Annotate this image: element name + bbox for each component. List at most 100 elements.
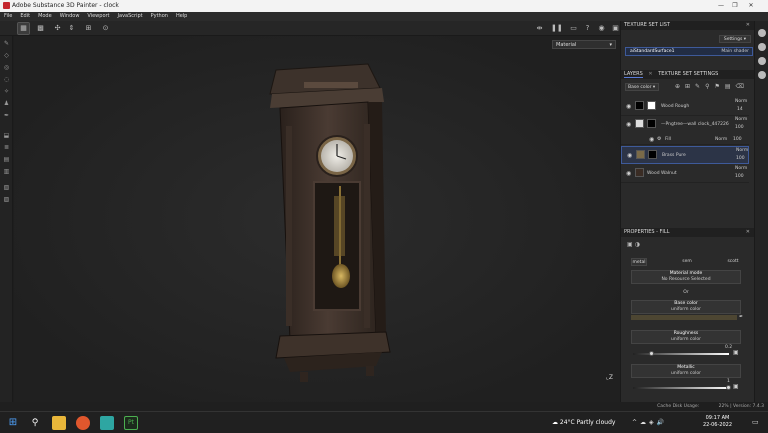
roughness-field[interactable]: Roughness uniform color (631, 330, 741, 344)
material-preset-scott[interactable]: scott (725, 258, 741, 266)
taskbar-clock[interactable]: 09:17 AM 22-06-2022 (703, 415, 732, 429)
grid-quad-icon[interactable]: ▩ (35, 23, 46, 34)
layer-effect-row[interactable]: ◉ ⚙ Fill Norm 100 (621, 134, 749, 145)
close-icon[interactable]: ✕ (648, 71, 652, 77)
layer-opacity[interactable]: 100 (735, 125, 744, 130)
tab-layers[interactable]: LAYERS (624, 71, 643, 78)
metallic-field[interactable]: Metallic uniform color (631, 364, 741, 378)
cache-label: Cache Disk Usage: (657, 404, 700, 409)
eye-icon[interactable]: ◉ (626, 121, 631, 128)
material-mode-field[interactable]: Material mode No Resource Selected (631, 270, 741, 284)
eye-icon[interactable]: ◉ (626, 170, 631, 177)
tab-texture-set-settings[interactable]: TEXTURE SET SETTINGS (658, 71, 718, 77)
system-tray-icons[interactable]: ^☁◈🔊 (632, 419, 667, 426)
layer-blend[interactable]: Norm (736, 148, 748, 153)
layer-blend[interactable]: Norm (735, 117, 747, 122)
smudge-icon[interactable]: ✧ (3, 88, 10, 95)
3d-viewport[interactable]: Material ▾ ⌞Z (14, 36, 620, 402)
layer-actions[interactable]: ⊕⊞✎⚲⚑▤⌫ (675, 83, 749, 90)
menu-file[interactable]: File (0, 12, 16, 21)
shader-settings-icon[interactable] (758, 57, 766, 65)
linked-icon[interactable]: ▣ (733, 349, 739, 356)
layer-row[interactable]: ◉ Wood Walnut Norm 100 (621, 165, 749, 183)
or-label: Or (683, 290, 689, 295)
assets-icon[interactable]: ▨ (3, 196, 10, 203)
picker-icon[interactable]: ✒ (3, 112, 10, 119)
eye-icon[interactable]: ◉ (626, 103, 631, 110)
linked-icon[interactable]: ▣ (733, 383, 739, 390)
search-icon[interactable]: ⚲ (28, 416, 42, 430)
paint-brush-icon[interactable]: ✎ (3, 40, 10, 47)
close-icon[interactable]: ✕ (746, 21, 750, 30)
eraser-icon[interactable]: ◇ (3, 52, 10, 59)
export-icon[interactable]: ▧ (3, 184, 10, 191)
roughness-slider[interactable] (633, 353, 729, 355)
eye-icon[interactable]: ◉ (627, 152, 632, 159)
layers-icon[interactable]: ≣ (3, 144, 10, 151)
layer-row[interactable]: ◉ Wood Rough Norm 14 (621, 98, 749, 116)
menu-python[interactable]: Python (147, 12, 172, 21)
menu-mode[interactable]: Mode (34, 12, 56, 21)
polygon-fill-icon[interactable]: ▤ (3, 156, 10, 163)
display-settings-icon[interactable] (758, 43, 766, 51)
shelf-icon[interactable] (758, 29, 766, 37)
layer-opacity[interactable]: 100 (736, 156, 745, 161)
properties-icons[interactable]: ▣ ◑ (627, 241, 640, 248)
substance-painter-icon[interactable]: Pt (124, 416, 138, 430)
effect-opacity[interactable]: 100 (733, 137, 742, 142)
projection-icon[interactable]: ◎ (3, 64, 10, 71)
brave-browser-icon[interactable] (76, 416, 90, 430)
close-icon[interactable]: ✕ (746, 228, 750, 237)
base-color-field[interactable]: Base color uniform color (631, 300, 741, 314)
target-icon[interactable]: ⊙ (100, 23, 111, 34)
menu-window[interactable]: Window (56, 12, 84, 21)
layer-blend[interactable]: Norm (735, 99, 747, 104)
pause-icon[interactable]: ❚❚ (551, 23, 563, 34)
help-icon[interactable]: ? (582, 23, 593, 34)
log-icon[interactable] (758, 71, 766, 79)
texture-set-item[interactable]: aiStandardSurface1 Main shader (625, 47, 753, 56)
close-button[interactable]: ✕ (746, 1, 756, 10)
bake-icon[interactable]: ⬓ (3, 132, 10, 139)
minimize-button[interactable]: — (716, 1, 726, 10)
channel-select[interactable]: Base color ▾ (625, 83, 659, 91)
cache-percent: 22% (718, 404, 729, 409)
layer-row-selected[interactable]: ◉ Brass Pure Norm 100 (621, 146, 749, 164)
layer-blend[interactable]: Norm (735, 166, 747, 171)
layer-row[interactable]: ◉ —Pngtree—wall clock_447226 Norm 100 (621, 116, 749, 134)
maya-icon[interactable] (100, 416, 114, 430)
menu-javascript[interactable]: JavaScript (114, 12, 147, 21)
eyedropper-icon[interactable]: ✒ (739, 314, 743, 320)
material-preset-metal[interactable]: metal (631, 258, 647, 266)
clone-icon[interactable]: ♟ (3, 100, 10, 107)
symmetry-icon[interactable]: ⇹ (534, 23, 545, 34)
texture-set-name: aiStandardSurface1 (630, 49, 675, 54)
display-icon[interactable]: ◉ (596, 23, 607, 34)
render-icon[interactable]: ▭ (568, 23, 579, 34)
layer-thumbnail (635, 101, 644, 110)
base-color-swatch[interactable] (631, 315, 737, 320)
menu-help[interactable]: Help (172, 12, 191, 21)
layer-opacity[interactable]: 14 (737, 107, 743, 112)
material-preset-sem[interactable]: sem (679, 258, 695, 266)
windows-start-icon[interactable]: ⊞ (6, 416, 20, 430)
settings-dropdown[interactable]: Settings ▾ (719, 35, 751, 43)
mask-icon[interactable]: ▥ (3, 168, 10, 175)
layer-opacity[interactable]: 100 (735, 174, 744, 179)
eye-icon[interactable]: ◉ (649, 136, 654, 143)
notification-icon[interactable]: ▭ (752, 418, 759, 426)
maximize-button[interactable]: ❐ (730, 1, 740, 10)
metallic-slider-handle[interactable] (726, 385, 731, 390)
menu-viewport[interactable]: Viewport (83, 12, 113, 21)
move-icon[interactable]: ✣ (52, 23, 63, 34)
effect-blend[interactable]: Norm (715, 137, 727, 142)
geometry-mask-icon[interactable]: ◌ (3, 76, 10, 83)
align-icon[interactable]: ⇕ (66, 23, 77, 34)
grid-single-icon[interactable]: ▦ (17, 22, 30, 35)
roughness-slider-handle[interactable] (649, 351, 655, 356)
file-explorer-icon[interactable] (52, 416, 66, 430)
menu-edit[interactable]: Edit (16, 12, 34, 21)
snap-icon[interactable]: ⊞ (83, 23, 94, 34)
metallic-slider[interactable] (633, 387, 729, 389)
weather-widget[interactable]: ☁ 24°C Partly cloudy (552, 419, 615, 426)
